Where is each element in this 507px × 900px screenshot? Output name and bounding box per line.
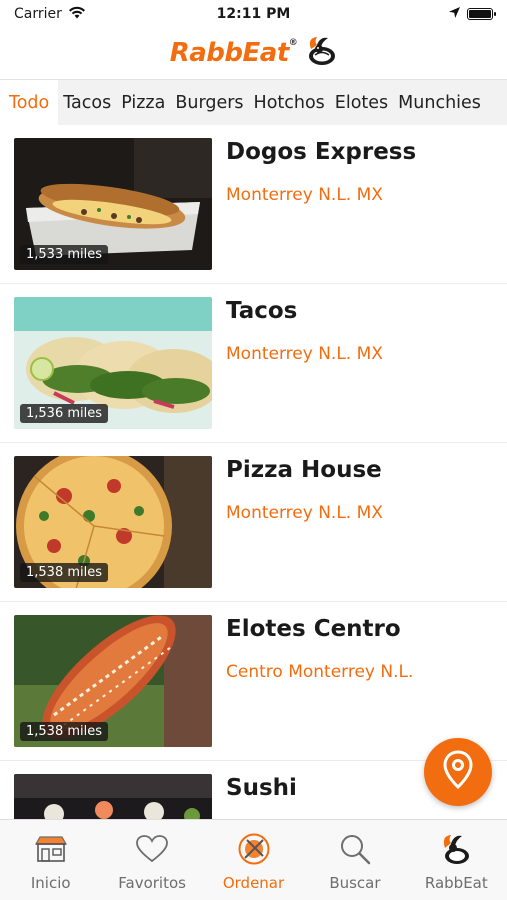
restaurant-name: Sushi [226,775,297,801]
battery-icon [467,8,496,20]
bottom-tab-bar: Inicio Favoritos Ordenar Buscar RabbEat [0,819,507,900]
brand-logo-text: RabbEat® [169,38,298,68]
category-tab-burgers[interactable]: Burgers [170,80,248,125]
restaurant-list[interactable]: 1,533 miles Dogos Express Monterrey N.L. M… [0,125,507,819]
category-tab-pizza[interactable]: Pizza [116,80,170,125]
hot-dog-photo: 1,533 miles [14,138,212,270]
distance-badge: 1,538 miles [20,722,109,741]
status-time: 12:11 PM [216,6,291,22]
category-tab-munchies[interactable]: Munchies [393,80,486,125]
status-bar: Carrier 12:11 PM [0,0,507,28]
restaurant-row[interactable]: 1,538 miles Pizza House Monterrey N.L. MX [0,443,507,602]
status-right [323,6,496,23]
status-left: Carrier [14,6,184,23]
category-tab-todo[interactable]: Todo [0,80,59,125]
category-tab-elotes[interactable]: Elotes [330,80,393,125]
tabbar-label: RabbEat [424,874,488,892]
restaurant-name: Dogos Express [226,139,417,165]
restaurant-location: Monterrey N.L. MX [226,503,383,523]
category-tab-tacos[interactable]: Tacos [58,80,116,125]
heart-icon [135,832,169,866]
restaurant-location: Centro Monterrey N.L. [226,662,414,682]
app-header: RabbEat® [0,28,507,78]
tabbar-item-buscar[interactable]: Buscar [304,820,405,900]
rabbit-logo-icon [439,832,473,866]
sushi-photo [14,774,212,819]
tabbar-item-favoritos[interactable]: Favoritos [101,820,202,900]
restaurant-row[interactable]: 1,538 miles Elotes Centro Centro Monterrey… [0,602,507,761]
restaurant-row[interactable]: 1,533 miles Dogos Express Monterrey N.L. M… [0,125,507,284]
restaurant-location: Monterrey N.L. MX [226,185,383,205]
restaurant-row[interactable]: 1,536 miles Tacos Monterrey N.L. MX [0,284,507,443]
wifi-icon [68,6,86,23]
tabbar-item-inicio[interactable]: Inicio [0,820,101,900]
restaurant-name: Tacos [226,298,298,324]
rabbit-logo-icon [303,35,337,71]
restaurant-location: Monterrey N.L. MX [226,344,383,364]
restaurant-name: Elotes Centro [226,616,401,642]
category-tab-hotchos[interactable]: Hotchos [249,80,330,125]
pizza-photo: 1,538 miles [14,456,212,588]
tabbar-label: Ordenar [222,874,285,892]
distance-badge: 1,538 miles [20,563,109,582]
tabbar-label: Inicio [30,874,71,892]
map-button[interactable] [424,738,492,806]
tabbar-label: Favoritos [118,874,186,892]
restaurant-name: Pizza House [226,457,382,483]
tabbar-item-rabbeat[interactable]: RabbEat [406,820,507,900]
map-pin-icon [443,750,473,794]
tabbar-label: Buscar [329,874,381,892]
category-tabs: Todo Tacos Pizza Burgers Hotchos Elotes Munchi… [0,79,507,125]
distance-badge: 1,536 miles [20,404,109,423]
tacos-photo: 1,536 miles [14,297,212,429]
storefront-icon [34,832,68,866]
tabbar-item-ordenar[interactable]: Ordenar [203,820,304,900]
elote-photo: 1,538 miles [14,615,212,747]
location-arrow-icon [448,6,461,23]
carrier-label: Carrier [14,6,62,22]
distance-badge: 1,533 miles [20,245,109,264]
plate-icon [237,832,271,866]
search-icon [338,832,372,866]
